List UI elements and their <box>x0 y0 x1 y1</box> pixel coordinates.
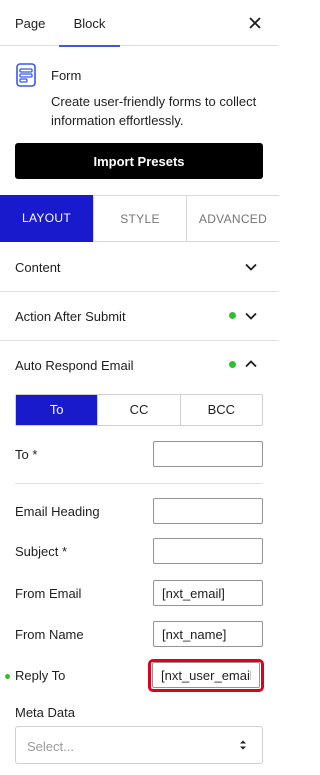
tab-bcc[interactable]: BCC <box>179 395 262 425</box>
tab-advanced[interactable]: ADVANCED <box>186 195 279 242</box>
subject-label: Subject * <box>15 544 68 559</box>
from-name-input[interactable] <box>153 621 263 647</box>
tab-layout[interactable]: LAYOUT <box>0 195 93 242</box>
select-caret-icon <box>240 740 246 750</box>
reply-to-label: Reply To <box>15 668 66 683</box>
import-presets-button[interactable]: Import Presets <box>15 143 263 179</box>
block-description: Create user-friendly forms to collect in… <box>51 94 257 128</box>
status-dot <box>229 361 236 368</box>
tab-style[interactable]: STYLE <box>93 195 186 242</box>
sidebar-tabs: Page Block <box>0 0 279 47</box>
panel-auto-respond-label[interactable]: Auto Respond Email <box>15 358 134 373</box>
panel-action-label: Action After Submit <box>15 309 126 324</box>
meta-data-select-value: Select... <box>27 739 74 754</box>
form-block-icon <box>16 63 36 87</box>
email-heading-input[interactable] <box>153 498 263 524</box>
status-dot <box>229 312 236 319</box>
subject-input[interactable] <box>153 538 263 564</box>
from-email-input[interactable] <box>153 580 263 606</box>
from-name-label: From Name <box>15 627 84 642</box>
block-title: Form <box>51 68 82 83</box>
tab-page[interactable]: Page <box>15 16 45 31</box>
to-label: To * <box>15 447 38 462</box>
divider <box>15 483 263 484</box>
from-email-label: From Email <box>15 586 82 601</box>
panel-content[interactable]: Content <box>0 242 279 292</box>
panel-action-after-submit[interactable]: Action After Submit <box>0 292 279 341</box>
chevron-down-icon <box>245 312 257 320</box>
chevron-up-icon[interactable] <box>244 357 258 371</box>
recipient-tabs: To CC BCC <box>15 394 263 426</box>
tab-cc[interactable]: CC <box>97 395 179 425</box>
close-icon[interactable] <box>245 13 265 33</box>
meta-data-label: Meta Data <box>15 705 75 720</box>
mode-tabs: LAYOUT STYLE ADVANCED <box>0 195 279 242</box>
email-heading-label: Email Heading <box>15 504 100 519</box>
to-input[interactable] <box>153 441 263 467</box>
highlight-box <box>148 659 264 692</box>
panel-content-label: Content <box>15 260 61 275</box>
tab-to[interactable]: To <box>16 395 98 425</box>
tab-block[interactable]: Block <box>59 0 120 47</box>
modified-dot <box>5 674 10 679</box>
meta-data-select[interactable]: Select... <box>15 726 263 764</box>
chevron-down-icon <box>245 263 257 271</box>
